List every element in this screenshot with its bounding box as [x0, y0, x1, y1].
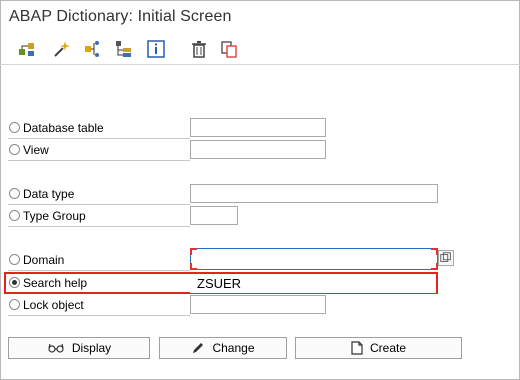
radio-database-table[interactable] [9, 122, 20, 133]
focus-corner [431, 248, 438, 255]
application-toolbar [0, 34, 520, 64]
label-database-table: Database table [23, 121, 104, 135]
trash-icon[interactable] [188, 38, 210, 60]
value-help-button[interactable] [438, 250, 454, 266]
create-button[interactable]: Create [295, 337, 462, 359]
change-button[interactable]: Change [159, 337, 287, 359]
focus-corner [190, 248, 197, 255]
toolbar-divider [0, 64, 520, 65]
info-icon[interactable] [145, 38, 167, 60]
new-document-icon [351, 341, 363, 355]
create-button-label: Create [369, 341, 407, 355]
label-data-type: Data type [23, 187, 75, 201]
label-view: View [23, 143, 49, 157]
hierarchy-icon[interactable] [16, 38, 38, 60]
type-group-field[interactable] [190, 206, 238, 225]
value-help-icon [440, 252, 451, 262]
search-help-field[interactable]: ZSUER [190, 274, 436, 293]
database-table-field[interactable] [190, 118, 326, 137]
view-field[interactable] [190, 140, 326, 159]
label-domain: Domain [23, 253, 65, 267]
row-type-group: Type Group [0, 207, 340, 227]
radio-view[interactable] [9, 144, 20, 155]
change-button-label: Change [212, 341, 255, 355]
divider [8, 226, 190, 227]
domain-field[interactable] [190, 248, 438, 270]
radio-type-group[interactable] [9, 210, 20, 221]
divider [8, 204, 190, 205]
window-title: ABAP Dictionary: Initial Screen [9, 8, 232, 25]
display-button[interactable]: Display [8, 337, 150, 359]
divider [8, 160, 190, 161]
divider [8, 315, 190, 316]
pencil-icon [191, 341, 205, 355]
data-type-field[interactable] [190, 184, 438, 203]
radio-domain[interactable] [9, 254, 20, 265]
focus-corner [190, 263, 197, 270]
lock-object-field[interactable] [190, 295, 326, 314]
radio-data-type[interactable] [9, 188, 20, 199]
tree-icon[interactable] [113, 38, 135, 60]
radio-lock-object[interactable] [9, 299, 20, 310]
label-lock-object: Lock object [23, 298, 84, 312]
divider [8, 270, 190, 271]
copy-icon[interactable] [218, 38, 240, 60]
where-used-icon[interactable] [82, 38, 104, 60]
display-button-label: Display [71, 341, 112, 355]
magic-wand-icon[interactable] [50, 38, 72, 60]
glasses-icon [47, 342, 65, 354]
label-search-help: Search help [23, 276, 88, 290]
focus-corner [431, 263, 438, 270]
radio-search-help[interactable] [9, 277, 20, 288]
divider [8, 138, 190, 139]
label-type-group: Type Group [23, 209, 86, 223]
